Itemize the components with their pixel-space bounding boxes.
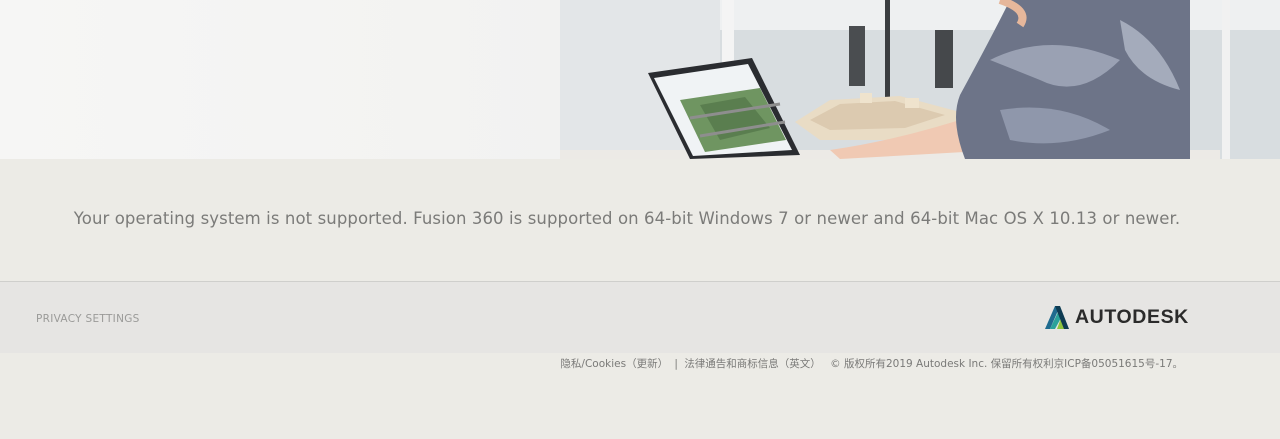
unsupported-os-message: Your operating system is not supported. … [73, 209, 1181, 228]
message-section: Your operating system is not supported. … [0, 159, 1280, 281]
footer-bar: PRIVACY SETTINGS AUTODESK [0, 281, 1280, 353]
legal-separator: | [674, 358, 678, 370]
hero-photo-illustration [560, 0, 1280, 159]
autodesk-logo[interactable]: AUTODESK [1044, 304, 1189, 330]
privacy-settings-link[interactable]: PRIVACY SETTINGS [36, 313, 140, 325]
autodesk-a-icon [1045, 306, 1069, 329]
copyright-text: © 版权所有2019 Autodesk Inc. 保留所有权利京ICP备0505… [830, 358, 1183, 370]
autodesk-logo-text: AUTODESK [1075, 305, 1189, 328]
privacy-cookies-link[interactable]: 隐私/Cookies（更新） [560, 358, 668, 370]
hero-image [0, 0, 1280, 159]
legal-footer: 隐私/Cookies（更新） | 法律通告和商标信息（英文） © 版权所有201… [0, 356, 1183, 371]
legal-notices-link[interactable]: 法律通告和商标信息（英文） [684, 358, 821, 370]
